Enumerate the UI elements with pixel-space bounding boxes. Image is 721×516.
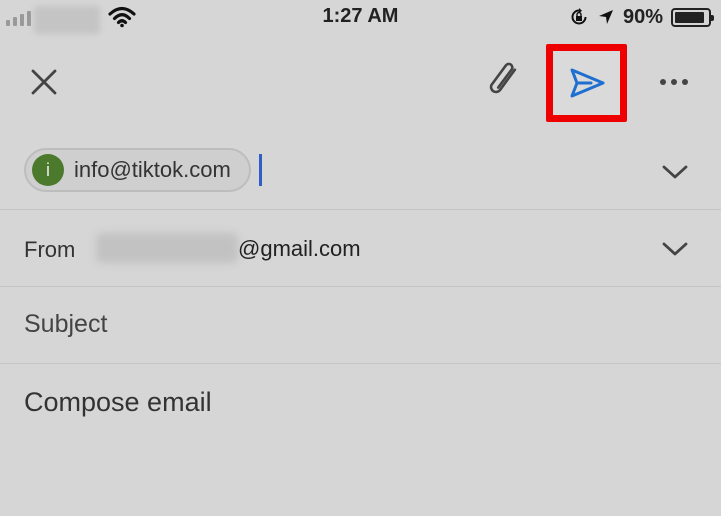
chevron-down-icon[interactable]: [661, 163, 689, 181]
more-horizontal-icon: [682, 79, 688, 85]
from-username-redacted: [96, 233, 238, 263]
more-options-button[interactable]: [656, 70, 692, 94]
compose-screen: 1:27 AM 90% i info@tiktok.com From @gmai…: [0, 0, 721, 516]
chevron-down-icon[interactable]: [661, 240, 689, 258]
send-button[interactable]: [553, 51, 620, 115]
battery-icon: [671, 7, 714, 27]
divider: [0, 286, 721, 287]
recipient-address: info@tiktok.com: [74, 157, 231, 182]
close-icon[interactable]: [28, 66, 60, 98]
more-horizontal-icon: [671, 79, 677, 85]
divider: [0, 363, 721, 364]
from-address[interactable]: @gmail.com: [238, 236, 361, 262]
recipient-chip[interactable]: i info@tiktok.com: [24, 148, 251, 192]
more-horizontal-icon: [660, 79, 666, 85]
location-arrow-icon: [598, 10, 613, 24]
to-row: i info@tiktok.com: [0, 134, 721, 210]
compose-body-input[interactable]: Compose email: [24, 387, 212, 418]
send-icon: [570, 68, 604, 98]
battery-level: [675, 11, 704, 23]
from-row: From @gmail.com: [0, 211, 721, 287]
status-indicators: 90%: [569, 5, 714, 29]
paperclip-icon[interactable]: [484, 62, 526, 100]
status-bar: 1:27 AM 90%: [0, 0, 721, 34]
subject-row: Subject: [0, 288, 721, 364]
battery-percent: 90%: [622, 5, 663, 28]
from-label: From: [24, 237, 76, 262]
subject-input[interactable]: Subject: [24, 310, 107, 339]
text-cursor: [259, 154, 262, 186]
recipient-avatar: i: [32, 154, 64, 186]
divider: [0, 209, 721, 210]
compose-row: Compose email: [0, 365, 721, 516]
rotation-lock-icon: [571, 8, 587, 25]
